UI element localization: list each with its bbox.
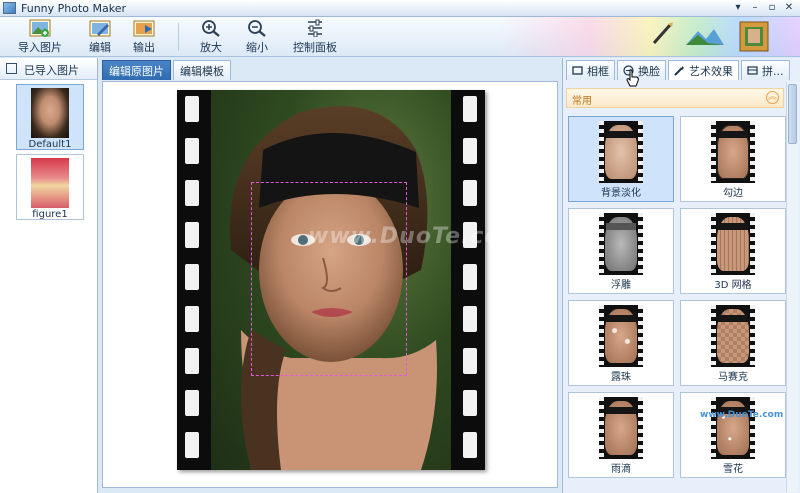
film-strip-photo[interactable] [177, 90, 485, 470]
close-button[interactable]: ✕ [782, 1, 796, 15]
effect-raindrops[interactable]: 雨滴 [568, 392, 674, 478]
maximize-button[interactable]: ▫ [765, 1, 779, 15]
effect-thumbnail [711, 121, 755, 183]
effect-3d-grid[interactable]: 3D 网格 [680, 208, 786, 294]
export-button[interactable]: 输出 [128, 19, 160, 55]
thumbnail-figure1[interactable]: figure1 [16, 154, 84, 220]
edit-button[interactable]: 编辑 [84, 19, 116, 55]
effect-thumbnail [599, 397, 643, 459]
effects-tabs: 相框 换脸 艺术效果 拼... [566, 60, 792, 82]
collapse-icon[interactable]: ︽ [766, 91, 779, 104]
collage-icon [747, 66, 758, 75]
control-panel-label: 控制面板 [293, 41, 337, 54]
effect-outline[interactable]: 勾边 [680, 116, 786, 202]
corner-watermark: www.DuoTe.com [700, 410, 784, 420]
zoom-out-button[interactable]: 缩小 [241, 19, 273, 55]
effect-emboss[interactable]: 浮雕 [568, 208, 674, 294]
effect-label: 马赛克 [718, 372, 748, 383]
title-bar: Funny Photo Maker ▾ – ▫ ✕ [0, 0, 800, 17]
effect-thumbnail [711, 397, 755, 459]
art-effect-icon [674, 66, 684, 76]
film-sprockets-right [458, 90, 482, 470]
import-images-button[interactable]: 导入图片 [12, 19, 68, 55]
imported-images-panel: 已导入图片 Default1 figure1 [0, 58, 98, 493]
toolbar: 导入图片 编辑 输出 放大 缩小 控制面板 [0, 17, 800, 57]
scrollbar-thumb[interactable] [788, 84, 797, 144]
edit-icon [89, 19, 111, 37]
tab-edit-template[interactable]: 编辑模板 [173, 60, 231, 80]
tab-collage[interactable]: 拼... [741, 60, 790, 80]
thumbnail-default1[interactable]: Default1 [16, 84, 84, 150]
app-icon [3, 2, 16, 14]
picture-frame-icon [739, 21, 769, 52]
effect-label: 勾边 [723, 188, 743, 199]
effect-label: 雪花 [723, 464, 743, 475]
zoom-in-label: 放大 [200, 41, 222, 54]
watermark-text: www.DuoTe.com [308, 224, 525, 249]
effect-label: 露珠 [611, 372, 631, 383]
frame-icon [572, 66, 583, 75]
effect-mosaic[interactable]: 马赛克 [680, 300, 786, 386]
tab-edit-original[interactable]: 编辑原图片 [102, 60, 171, 80]
tab-face-swap[interactable]: 换脸 [617, 60, 666, 80]
tab-face-swap-label: 换脸 [638, 65, 660, 78]
export-label: 输出 [133, 41, 155, 54]
window-title: Funny Photo Maker [21, 2, 127, 15]
menu-dropdown-icon[interactable]: ▾ [731, 1, 745, 15]
effect-thumbnail [599, 305, 643, 367]
thumbnail-label: figure1 [32, 209, 68, 220]
zoom-out-icon [246, 19, 268, 37]
imported-images-title: 已导入图片 [24, 64, 79, 77]
effect-label: 雨滴 [611, 464, 631, 475]
film-sprockets-left [180, 90, 204, 470]
tab-art-effects[interactable]: 艺术效果 [668, 60, 739, 80]
tab-collage-label: 拼... [762, 65, 784, 78]
group-common-title: 常用 [572, 96, 592, 107]
canvas[interactable]: www.DuoTe.com [102, 81, 558, 488]
export-icon [133, 19, 155, 37]
import-images-label: 导入图片 [18, 41, 62, 54]
editor-area: 编辑原图片 编辑模板 www.DuoTe.com [99, 58, 561, 493]
thumbnail-image [31, 158, 69, 208]
window-controls: ▾ – ▫ ✕ [731, 1, 796, 15]
zoom-out-label: 缩小 [246, 41, 268, 54]
effects-scrollbar[interactable] [786, 82, 798, 492]
effects-panel: 相框 换脸 艺术效果 拼... 常用 ︽ 背景淡化 勾边 浮雕 3D 网格 露珠… [562, 58, 800, 493]
edit-label: 编辑 [89, 41, 111, 54]
effect-thumbnail [599, 213, 643, 275]
control-panel-button[interactable]: 控制面板 [287, 19, 343, 55]
group-common-header[interactable]: 常用 ︽ [566, 88, 784, 108]
sliders-icon [304, 19, 326, 38]
editor-tabs: 编辑原图片 编辑模板 [102, 60, 233, 82]
images-icon [6, 63, 17, 74]
effect-dewdrops[interactable]: 露珠 [568, 300, 674, 386]
zoom-in-button[interactable]: 放大 [195, 19, 227, 55]
effect-background-fade[interactable]: 背景淡化 [568, 116, 674, 202]
effect-thumbnail [711, 305, 755, 367]
thumbnail-image [31, 88, 69, 138]
paintbrush-icon [652, 22, 673, 44]
tab-art-effects-label: 艺术效果 [689, 65, 733, 78]
thumbnail-label: Default1 [28, 139, 72, 150]
effect-label: 3D 网格 [714, 280, 752, 291]
effect-thumbnail [711, 213, 755, 275]
imported-images-header: 已导入图片 [0, 58, 97, 80]
zoom-in-icon [200, 19, 222, 37]
effect-thumbnail [599, 121, 643, 183]
face-selection-box[interactable] [251, 182, 407, 376]
effect-label: 浮雕 [611, 280, 631, 291]
minimize-button[interactable]: – [748, 1, 762, 15]
hand-cursor-icon [626, 69, 639, 87]
tab-frame-label: 相框 [587, 65, 609, 78]
effect-label: 背景淡化 [601, 188, 641, 199]
toolbar-separator [178, 23, 179, 51]
effect-snowflakes[interactable]: 雪花 [680, 392, 786, 478]
tab-frame[interactable]: 相框 [566, 60, 615, 80]
landscape-icon [686, 29, 724, 45]
import-image-icon [29, 19, 51, 37]
